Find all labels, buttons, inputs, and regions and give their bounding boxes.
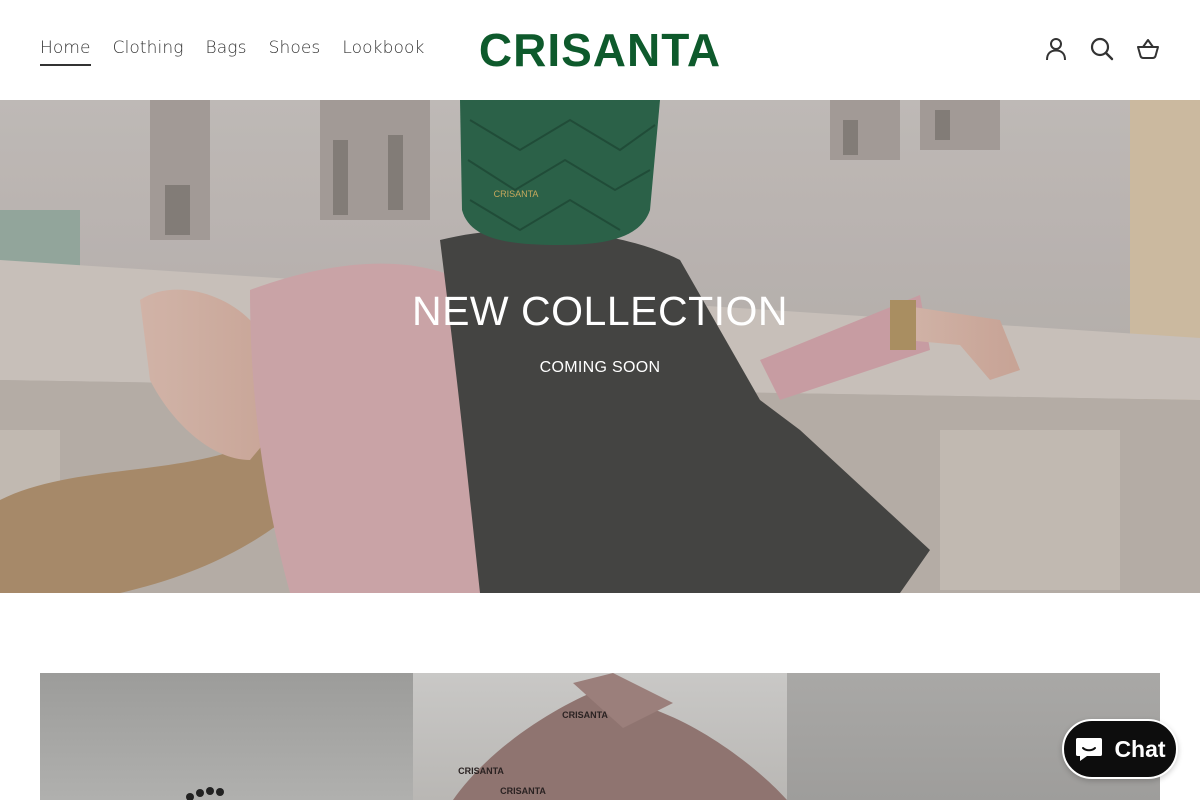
nav-item-shoes[interactable]: Shoes — [269, 38, 321, 66]
site-header: Home Clothing Bags Shoes Lookbook CRISAN… — [0, 0, 1200, 100]
header-icons — [1044, 36, 1160, 62]
main-navigation: Home Clothing Bags Shoes Lookbook — [40, 38, 424, 66]
hero-image: CRISANTA — [0, 100, 1200, 593]
nav-item-lookbook[interactable]: Lookbook — [342, 38, 424, 66]
chat-button-label: Chat — [1114, 735, 1166, 762]
hero-title: NEW COLLECTION — [411, 288, 789, 334]
scarf-print-label: CRISANTA — [458, 766, 504, 776]
chat-bubble-icon — [1076, 738, 1103, 761]
product-image-1 — [186, 787, 224, 800]
hero-banner[interactable]: CRISANTA NEW COLLECTION COMING SOON — [0, 100, 1200, 593]
search-icon[interactable] — [1090, 36, 1114, 62]
nav-item-home[interactable]: Home — [40, 38, 91, 66]
product-image-2: CRISANTA CRISANTA CRISANTA — [453, 673, 787, 800]
account-icon[interactable] — [1044, 36, 1068, 62]
brand-logo[interactable]: CRISANTA — [474, 24, 726, 76]
product-tile-2[interactable]: CRISANTA CRISANTA CRISANTA — [413, 673, 787, 800]
scarf-print-label: CRISANTA — [562, 710, 608, 720]
nav-item-clothing[interactable]: Clothing — [113, 38, 184, 66]
cart-icon[interactable] — [1136, 36, 1160, 62]
hero-subtitle: COMING SOON — [539, 359, 661, 376]
scarf-print-label: CRISANTA — [500, 786, 546, 796]
chat-button[interactable]: Chat — [1062, 719, 1178, 779]
product-tile-1[interactable] — [40, 673, 414, 800]
product-grid: CRISANTA CRISANTA CRISANTA — [40, 673, 1160, 800]
nav-item-bags[interactable]: Bags — [206, 38, 247, 66]
